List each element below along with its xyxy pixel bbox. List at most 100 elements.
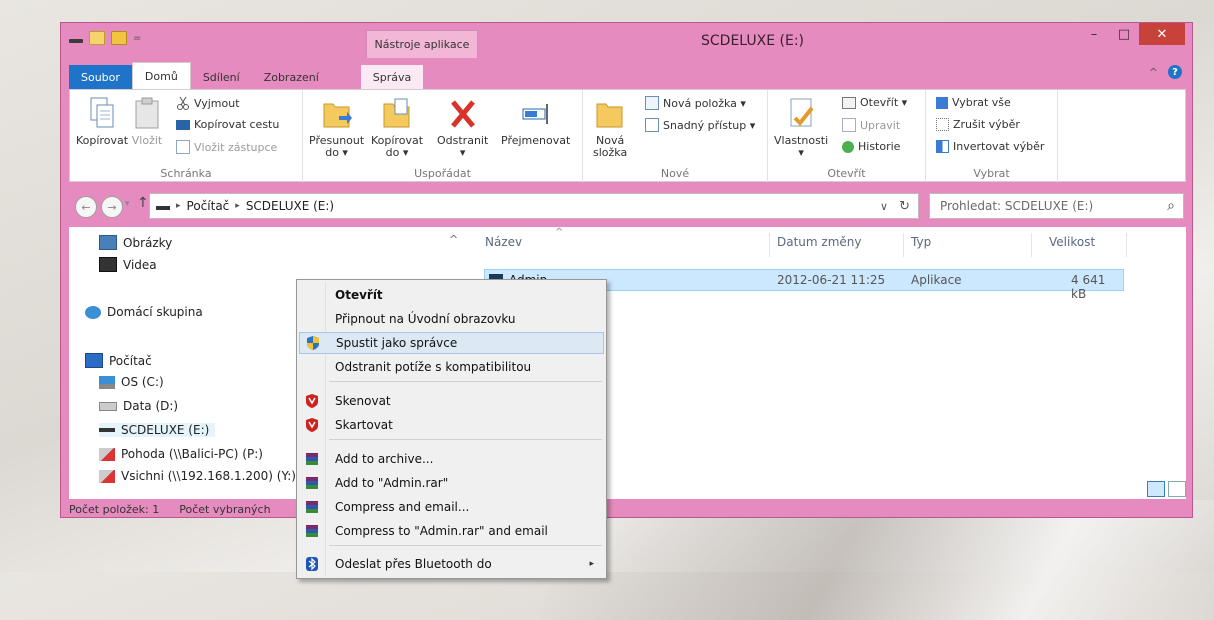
address-dropdown-button[interactable]: ∨ [880, 200, 888, 213]
menu-item-add-to-archive[interactable]: Add to archive... [299, 448, 604, 470]
open-icon [842, 96, 856, 109]
column-divider[interactable] [1031, 233, 1032, 257]
menu-item-label: Připnout na Úvodní obrazovku [335, 312, 516, 326]
search-icon[interactable]: ⌕ [1167, 198, 1175, 214]
copy-path-button[interactable]: Kopírovat cestu [176, 118, 279, 131]
easy-access-button[interactable]: Snadný přístup ▾ [645, 118, 755, 132]
nav-item-drive-e[interactable]: SCDELUXE (E:) [99, 423, 216, 437]
edit-icon [842, 118, 856, 132]
select-all-button[interactable]: Vybrat vše [936, 96, 1011, 109]
menu-item-compress-to-admin-rar-and-email[interactable]: Compress to "Admin.rar" and email [299, 520, 604, 542]
new-folder-qat-icon[interactable] [111, 31, 127, 45]
invert-selection-icon [936, 140, 949, 153]
menu-item-pin-to-start[interactable]: Připnout na Úvodní obrazovku [299, 308, 604, 330]
select-none-button[interactable]: Zrušit výběr [936, 118, 1020, 131]
menu-item-compress-and-email[interactable]: Compress and email... [299, 496, 604, 518]
breadcrumb-drive[interactable]: SCDELUXE (E:) [246, 199, 334, 213]
move-label-2: do ▾ [325, 146, 348, 159]
nav-item-computer[interactable]: Počítač [85, 353, 152, 368]
view-buttons [1147, 481, 1186, 497]
breadcrumb-computer[interactable]: Počítač [187, 199, 230, 213]
properties-button[interactable]: Vlastnosti ▾ [774, 94, 828, 159]
paste-button[interactable]: Vložit [130, 94, 164, 147]
group-organize: Přesunout do ▾ Kopírovat do ▾ Odstranit … [303, 90, 583, 182]
menu-item-run-as-admin[interactable]: Spustit jako správce [299, 332, 604, 354]
collapse-ribbon-button[interactable]: ^ [1149, 66, 1158, 79]
large-icons-view-button[interactable] [1168, 481, 1186, 497]
title-bar[interactable]: = Nástroje aplikace SCDELUXE (E:) – □ ✕ [61, 23, 1192, 61]
windows-drive-icon [99, 375, 115, 389]
recent-locations-button[interactable]: ▾ [125, 199, 130, 209]
selected-count: Počet vybraných [179, 502, 271, 516]
history-button[interactable]: Historie [842, 140, 900, 153]
copy-to-button[interactable]: Kopírovat do ▾ [371, 94, 423, 159]
nav-item-homegroup[interactable]: Domácí skupina [85, 305, 203, 319]
nav-item-videos[interactable]: Videa [99, 257, 157, 272]
new-item-button[interactable]: Nová položka ▾ [645, 96, 746, 110]
tab-home[interactable]: Domů [131, 62, 191, 89]
refresh-button[interactable]: ↻ [899, 199, 910, 214]
menu-item-troubleshoot-compatibility[interactable]: Odstranit potíže s kompatibilitou [299, 356, 604, 378]
new-folder-button[interactable]: Nová složka [593, 94, 627, 159]
copy-button[interactable]: Kopírovat [76, 94, 128, 147]
address-bar[interactable]: ▸ Počítač ▸ SCDELUXE (E:) ∨ ↻ [149, 193, 919, 219]
nav-collapse-button[interactable]: ^ [449, 233, 458, 246]
column-header-date[interactable]: Datum změny [777, 235, 862, 249]
open-button[interactable]: Otevřít ▾ [842, 96, 907, 109]
menu-item-label: Odeslat přes Bluetooth do [335, 557, 492, 571]
column-header-size[interactable]: Velikost [1049, 235, 1095, 249]
nav-label: Domácí skupina [107, 305, 203, 319]
menu-item-label: Spustit jako správce [336, 336, 458, 350]
column-divider[interactable] [1126, 233, 1127, 257]
back-button[interactable]: ← [75, 196, 97, 218]
menu-item-scan[interactable]: Skenovat [299, 390, 604, 412]
rename-button[interactable]: Přejmenovat [501, 94, 570, 147]
nav-item-network-p[interactable]: Pohoda (\\Balici-PC) (P:) [99, 447, 263, 461]
column-header-name[interactable]: Název [485, 235, 522, 249]
details-view-button[interactable] [1147, 481, 1165, 497]
tab-view[interactable]: Zobrazení [252, 65, 331, 89]
up-button[interactable]: ↑ [137, 195, 149, 211]
select-all-label: Vybrat vše [952, 96, 1011, 109]
invert-selection-button[interactable]: Invertovat výběr [936, 140, 1044, 153]
paste-icon [130, 94, 164, 132]
menu-item-add-to-admin-rar[interactable]: Add to "Admin.rar" [299, 472, 604, 494]
videos-icon [99, 257, 117, 272]
menu-item-open[interactable]: Otevřít [299, 284, 604, 306]
mcafee-icon [304, 417, 320, 433]
tab-manage[interactable]: Správa [360, 65, 424, 89]
ribbon-tabs: Soubor Domů Sdílení Zobrazení Správa [61, 61, 1192, 89]
edit-label: Upravit [860, 118, 901, 132]
column-header-type[interactable]: Typ [911, 235, 931, 249]
minimize-button[interactable]: – [1079, 23, 1109, 45]
nav-item-drive-c[interactable]: OS (C:) [99, 375, 164, 389]
column-divider[interactable] [769, 233, 770, 257]
delete-button[interactable]: Odstranit ▾ [437, 94, 488, 159]
paste-shortcut-button[interactable]: Vložit zástupce [176, 140, 277, 154]
search-box[interactable]: Prohledat: SCDELUXE (E:) ⌕ [929, 193, 1184, 219]
winrar-icon [304, 451, 320, 467]
nav-label: Data (D:) [123, 399, 179, 413]
customize-qat-button[interactable]: = [133, 33, 141, 44]
cut-button[interactable]: Vyjmout [176, 96, 240, 110]
help-button[interactable]: ? [1168, 65, 1182, 79]
context-tab-application-tools[interactable]: Nástroje aplikace [366, 30, 478, 58]
maximize-button[interactable]: □ [1109, 23, 1139, 45]
column-divider[interactable] [903, 233, 904, 257]
nav-item-pictures[interactable]: Obrázky [99, 235, 172, 250]
easy-access-icon [645, 118, 659, 132]
move-to-button[interactable]: Přesunout do ▾ [309, 94, 364, 159]
close-button[interactable]: ✕ [1139, 23, 1185, 45]
menu-item-shred[interactable]: Skartovat [299, 414, 604, 436]
nav-label: OS (C:) [121, 375, 164, 389]
nav-label: Pohoda (\\Balici-PC) (P:) [121, 447, 263, 461]
tab-share[interactable]: Sdílení [191, 65, 252, 89]
nav-item-network-y[interactable]: Vsichni (\\192.168.1.200) (Y:) [99, 469, 296, 483]
forward-button[interactable]: → [101, 196, 123, 218]
ribbon-help-area: ^ ? [1149, 65, 1182, 79]
file-date: 2012-06-21 11:25 [777, 273, 886, 287]
properties-qat-icon[interactable] [89, 31, 105, 45]
tab-file[interactable]: Soubor [69, 65, 132, 89]
nav-item-drive-d[interactable]: Data (D:) [99, 399, 178, 413]
edit-button[interactable]: Upravit [842, 118, 900, 132]
